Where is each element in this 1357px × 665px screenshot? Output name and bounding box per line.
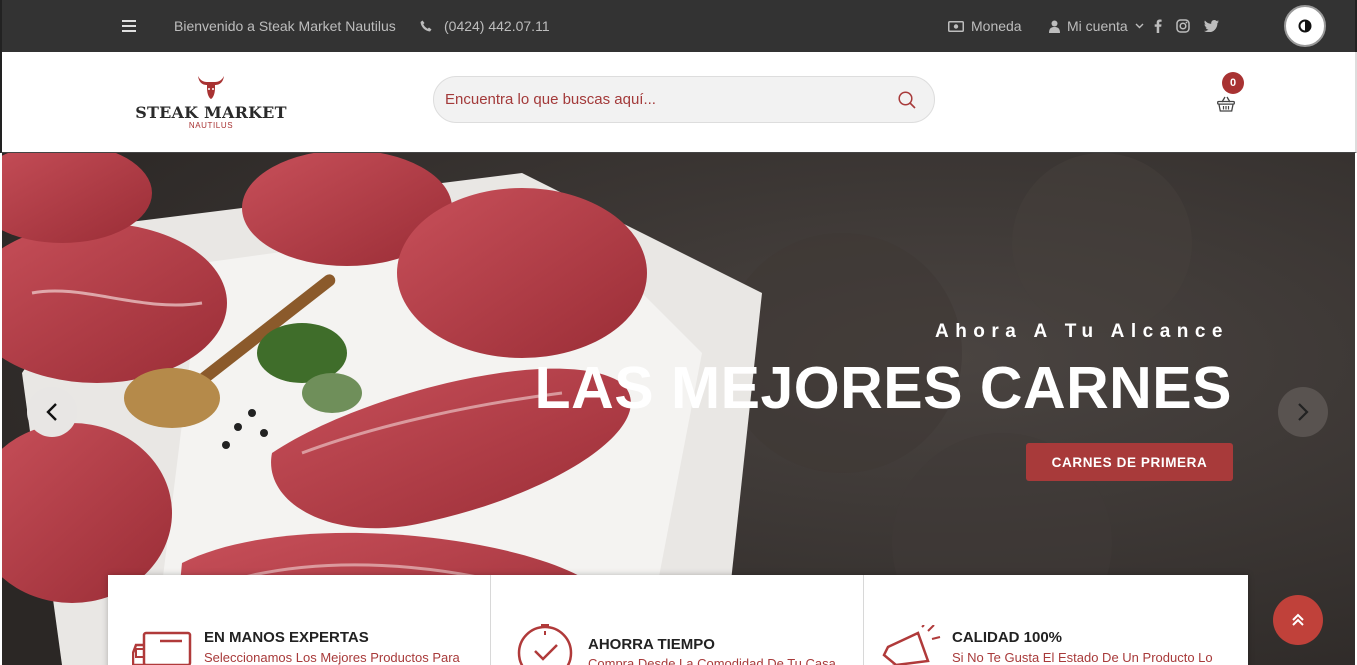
basket-icon [1217,96,1235,112]
feature-description: Seleccionamos Los Mejores Productos Para [204,650,460,665]
facebook-icon[interactable] [1154,19,1162,33]
megaphone-icon [882,625,941,665]
social-links [1154,0,1219,52]
currency-selector[interactable]: Moneda [948,0,1022,52]
logo-name: STEAK MARKET [135,103,287,122]
feature-expert-hands: EN MANOS EXPERTAS Seleccionamos Los Mejo… [108,575,491,665]
page: Bienvenido a Steak Market Nautilus (0424… [0,0,1357,665]
feature-description: Compra Desde La Comodidad De Tu Casa [588,656,836,665]
bull-horns-icon [198,76,224,99]
contrast-toggle[interactable] [1284,5,1326,47]
logo[interactable]: STEAK MARKET NAUTILUS [135,74,287,132]
account-label: Mi cuenta [1067,18,1128,34]
feature-quality: CALIDAD 100% Si No Te Gusta El Estado De… [864,575,1248,665]
twitter-icon[interactable] [1204,20,1219,32]
phone-link[interactable]: (0424) 442.07.11 [420,0,550,52]
cart-button[interactable]: 0 [1214,72,1248,116]
search-input[interactable] [434,77,880,122]
double-chevron-up-icon [1292,613,1304,626]
site-header: STEAK MARKET NAUTILUS 0 [0,52,1357,153]
phone-icon [420,20,432,32]
currency-label: Moneda [971,18,1022,34]
hero-headline: LAS MEJORES CARNES [534,355,1232,421]
account-dropdown[interactable]: Mi cuenta [1049,0,1144,52]
menu-icon [122,20,136,32]
feature-title: EN MANOS EXPERTAS [204,629,369,646]
search-bar [433,76,935,123]
welcome-text: Bienvenido a Steak Market Nautilus [174,18,396,34]
chevron-right-icon [1298,403,1309,421]
phone-number: (0424) 442.07.11 [444,18,550,34]
feature-title: CALIDAD 100% [952,629,1063,646]
menu-button[interactable] [122,0,136,52]
contrast-icon [1298,19,1312,33]
slider-prev-button[interactable] [27,387,77,437]
scroll-to-top-button[interactable] [1273,595,1323,645]
truck-icon [132,631,192,665]
feature-description: Si No Te Gusta El Estado De Un Producto … [952,650,1213,665]
search-icon [898,90,916,109]
feature-save-time: AHORRA TIEMPO Compra Desde La Comodidad … [491,575,864,665]
search-button[interactable] [880,77,934,122]
chevron-down-icon [1135,23,1144,29]
hero-cta-button[interactable]: CARNES DE PRIMERA [1026,443,1233,481]
top-bar: Bienvenido a Steak Market Nautilus (0424… [0,0,1357,52]
money-icon [948,20,964,32]
hero-slogan: Ahora A Tu Alcance [934,321,1229,342]
slider-next-button[interactable] [1278,387,1328,437]
feature-title: AHORRA TIEMPO [588,636,715,653]
chevron-left-icon [46,403,57,421]
instagram-icon[interactable] [1176,19,1190,33]
features-bar: EN MANOS EXPERTAS Seleccionamos Los Mejo… [108,575,1248,665]
user-icon [1049,20,1060,33]
cart-count-badge: 0 [1222,72,1244,94]
clock-icon [517,624,573,665]
logo-subtitle: NAUTILUS [188,121,234,130]
